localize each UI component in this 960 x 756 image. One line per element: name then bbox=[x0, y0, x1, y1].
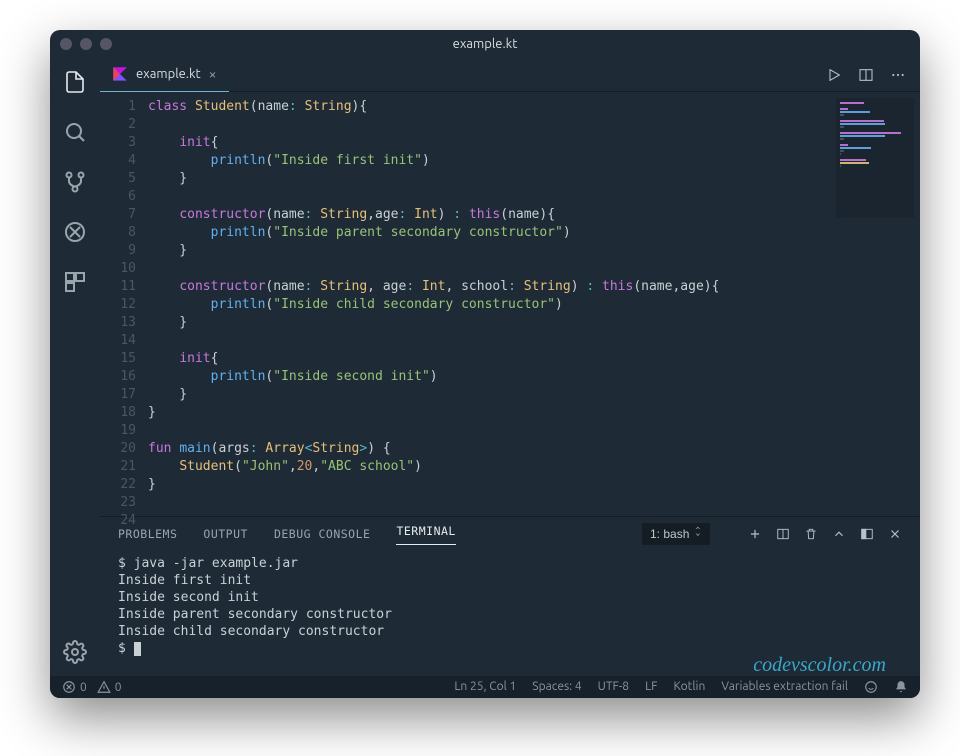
close-panel-icon[interactable] bbox=[888, 527, 902, 541]
code-line[interactable]: println("Inside child secondary construc… bbox=[148, 296, 920, 314]
source-control-icon[interactable] bbox=[61, 168, 89, 196]
terminal-output[interactable]: $ java -jar example.jarInside first init… bbox=[100, 551, 920, 676]
code-line[interactable]: constructor(name: String,age: Int) : thi… bbox=[148, 206, 920, 224]
code-line[interactable]: Student("John",20,"ABC school") bbox=[148, 458, 920, 476]
terminal-select[interactable]: 1: bash bbox=[642, 523, 710, 545]
settings-gear-icon[interactable] bbox=[61, 638, 89, 666]
panel-tab-terminal[interactable]: TERMINAL bbox=[396, 524, 455, 545]
panel-tab-debug[interactable]: DEBUG CONSOLE bbox=[274, 527, 371, 541]
code-line[interactable]: constructor(name: String, age: Int, scho… bbox=[148, 278, 920, 296]
code-line[interactable] bbox=[148, 494, 920, 512]
more-actions-icon[interactable] bbox=[890, 67, 906, 83]
code-line[interactable] bbox=[148, 332, 920, 350]
kotlin-file-icon bbox=[112, 66, 128, 82]
code-line[interactable]: println("Inside second init") bbox=[148, 368, 920, 386]
explorer-icon[interactable] bbox=[61, 68, 89, 96]
code-line[interactable] bbox=[148, 512, 920, 516]
run-icon[interactable] bbox=[826, 67, 842, 83]
code-line[interactable]: } bbox=[148, 242, 920, 260]
status-bell-icon[interactable] bbox=[894, 680, 908, 694]
kill-terminal-icon[interactable] bbox=[804, 527, 818, 541]
status-spaces[interactable]: Spaces: 4 bbox=[532, 680, 581, 694]
search-icon[interactable] bbox=[61, 118, 89, 146]
editor-window: example.kt bbox=[50, 30, 920, 698]
line-gutter: 123456789101112131415161718192021222324 bbox=[100, 92, 148, 516]
code-line[interactable]: class Student(name: String){ bbox=[148, 98, 920, 116]
code-line[interactable]: println("Inside first init") bbox=[148, 152, 920, 170]
extensions-icon[interactable] bbox=[61, 268, 89, 296]
editor-tabs: example.kt × bbox=[100, 58, 920, 92]
terminal-line: Inside parent secondary constructor bbox=[118, 606, 902, 623]
status-cursor-pos[interactable]: Ln 25, Col 1 bbox=[454, 680, 516, 694]
maximize-panel-icon[interactable] bbox=[832, 527, 846, 541]
status-feedback-icon[interactable] bbox=[864, 680, 878, 694]
activity-bar bbox=[50, 58, 100, 676]
status-bar: 0 0 Ln 25, Col 1 Spaces: 4 UTF-8 LF Kotl… bbox=[50, 676, 920, 698]
code-line[interactable]: } bbox=[148, 386, 920, 404]
titlebar: example.kt bbox=[50, 30, 920, 58]
window-title: example.kt bbox=[50, 37, 920, 51]
toggle-panel-icon[interactable] bbox=[860, 527, 874, 541]
code-line[interactable] bbox=[148, 188, 920, 206]
code-line[interactable]: fun main(args: Array<String>) { bbox=[148, 440, 920, 458]
code-line[interactable] bbox=[148, 260, 920, 278]
status-language[interactable]: Kotlin bbox=[674, 680, 706, 694]
terminal-line: Inside first init bbox=[118, 572, 902, 589]
code-line[interactable]: } bbox=[148, 314, 920, 332]
code-editor[interactable]: 123456789101112131415161718192021222324 … bbox=[100, 92, 920, 516]
panel-tab-output[interactable]: OUTPUT bbox=[203, 527, 248, 541]
terminal-line: $ java -jar example.jar bbox=[118, 555, 902, 572]
code-content[interactable]: class Student(name: String){ init{ print… bbox=[148, 92, 920, 516]
status-warnings[interactable]: 0 bbox=[97, 680, 122, 694]
close-tab-icon[interactable]: × bbox=[209, 66, 217, 82]
code-line[interactable] bbox=[148, 422, 920, 440]
status-message[interactable]: Variables extraction fail bbox=[721, 680, 848, 694]
code-line[interactable]: init{ bbox=[148, 134, 920, 152]
editor-actions bbox=[826, 67, 920, 83]
code-line[interactable]: } bbox=[148, 404, 920, 422]
code-line[interactable]: init{ bbox=[148, 350, 920, 368]
code-line[interactable]: println("Inside parent secondary constru… bbox=[148, 224, 920, 242]
watermark: codevscolor.com bbox=[753, 657, 886, 674]
terminal-line: Inside child secondary constructor bbox=[118, 623, 902, 640]
minimap[interactable] bbox=[836, 98, 914, 218]
terminal-line: Inside second init bbox=[118, 589, 902, 606]
tab-example-kt[interactable]: example.kt × bbox=[100, 58, 229, 92]
status-eol[interactable]: LF bbox=[645, 680, 657, 694]
status-encoding[interactable]: UTF-8 bbox=[598, 680, 629, 694]
status-errors[interactable]: 0 bbox=[62, 680, 87, 694]
bottom-panel: PROBLEMS OUTPUT DEBUG CONSOLE TERMINAL 1… bbox=[100, 516, 920, 676]
tab-label: example.kt bbox=[136, 67, 201, 81]
split-terminal-icon[interactable] bbox=[776, 527, 790, 541]
code-line[interactable]: } bbox=[148, 170, 920, 188]
code-line[interactable]: } bbox=[148, 476, 920, 494]
debug-icon[interactable] bbox=[61, 218, 89, 246]
code-line[interactable] bbox=[148, 116, 920, 134]
panel-tabs: PROBLEMS OUTPUT DEBUG CONSOLE TERMINAL 1… bbox=[100, 517, 920, 551]
new-terminal-icon[interactable] bbox=[748, 527, 762, 541]
split-editor-icon[interactable] bbox=[858, 67, 874, 83]
